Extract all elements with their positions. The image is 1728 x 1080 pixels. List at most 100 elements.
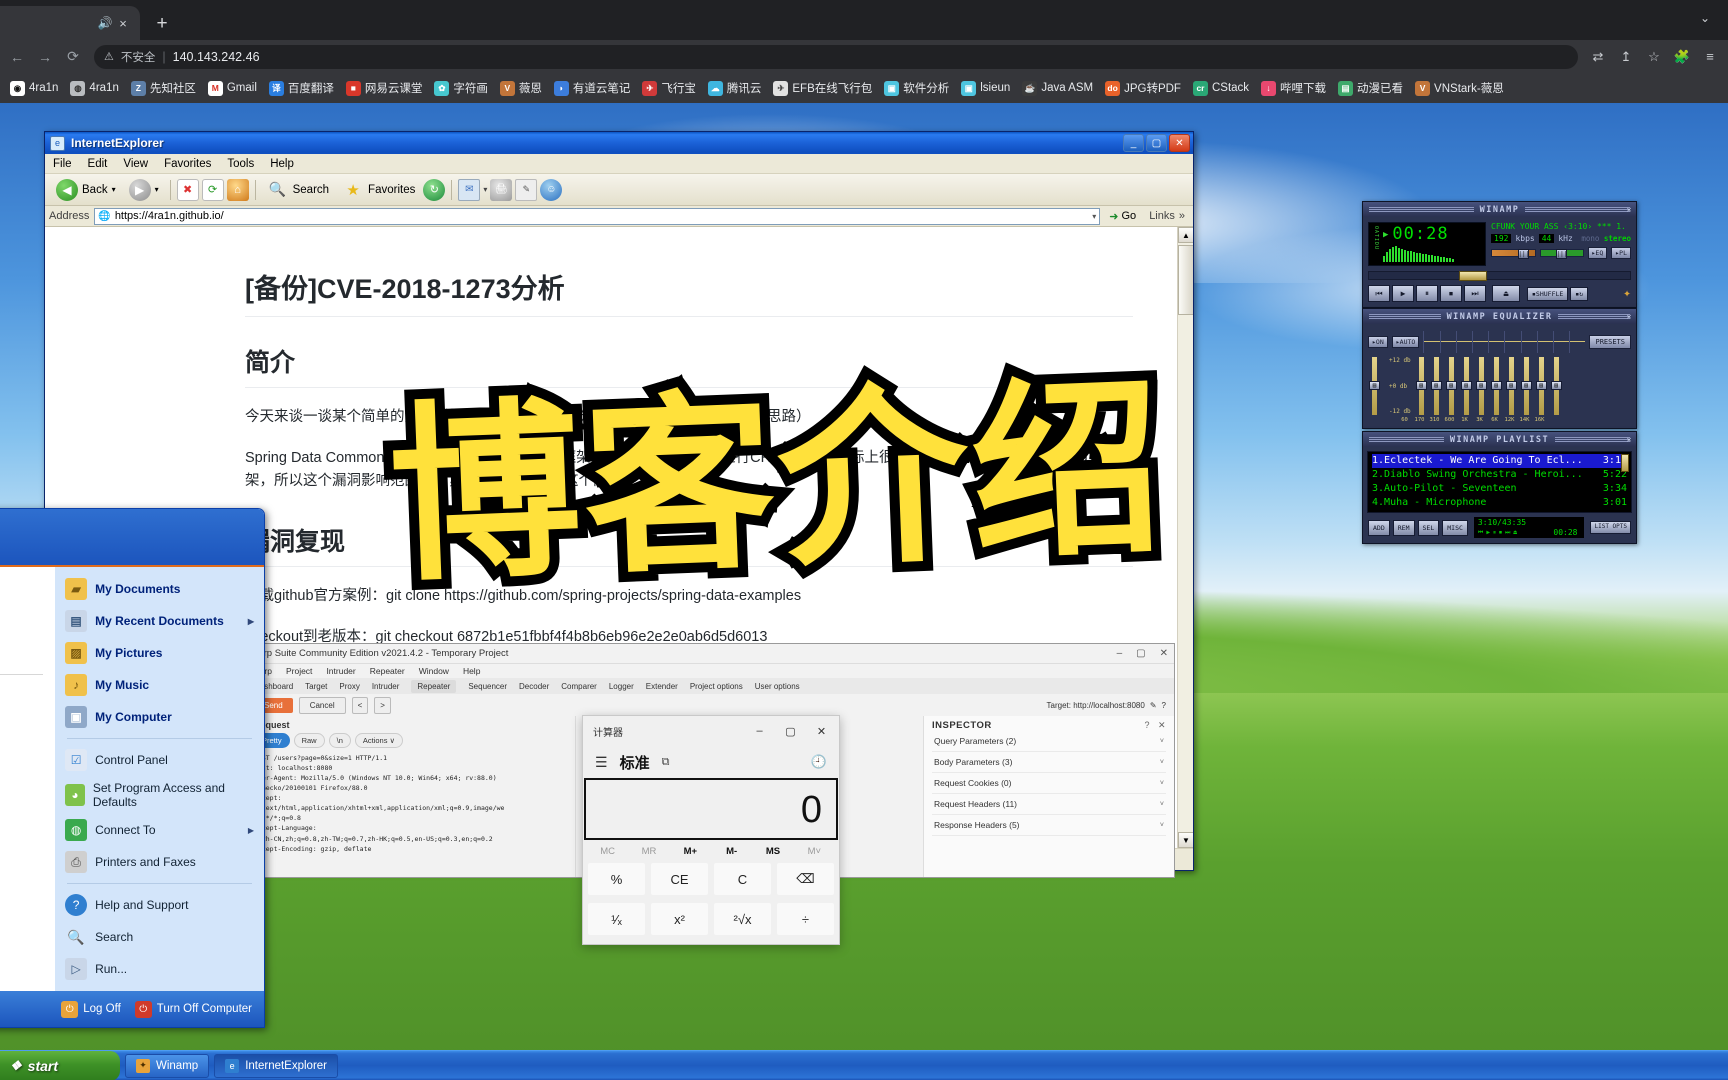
balance-slider[interactable]: ||| xyxy=(1539,249,1584,259)
bookmark-efb[interactable]: ✈ EFB在线飞行包 xyxy=(767,78,878,98)
volume-knob[interactable]: ||| xyxy=(1518,249,1530,259)
edit-icon[interactable]: ✎ xyxy=(515,178,538,201)
ie-titlebar[interactable]: e InternetExplorer _ ▢ ✕ xyxy=(45,132,1193,154)
extensions-puzzle-icon[interactable]: 🧩 xyxy=(1670,45,1694,69)
mini-eject-icon[interactable]: ⏏ xyxy=(1513,529,1517,536)
key-square[interactable]: x² xyxy=(650,902,709,936)
tab-extender[interactable]: Extender xyxy=(646,682,678,691)
eq-band-slider[interactable]: ▤ xyxy=(1505,357,1518,415)
memory-store-button[interactable]: MS xyxy=(752,846,793,857)
start-item-notepad[interactable]: ▤ per xyxy=(0,637,55,669)
bookmark-4ra1n-globe[interactable]: ◍ 4ra1n xyxy=(64,79,124,98)
start-menu-left-column[interactable]: e xplorer ✉ xpress ▤ per ▶ Media Player xyxy=(0,567,56,991)
tab-intruder[interactable]: Intruder xyxy=(372,682,400,691)
winamp-playlist-titlebar[interactable]: WINAMP PLAYLIST ✕ xyxy=(1363,432,1636,447)
edit-icon[interactable]: ✎ xyxy=(1150,701,1157,710)
playlist-remove-button[interactable]: REM xyxy=(1392,519,1415,536)
eq-on-button[interactable]: ▸ON xyxy=(1368,336,1388,348)
eq-band-slider[interactable]: ▤ xyxy=(1550,357,1563,415)
start-button[interactable]: ❖ start xyxy=(0,1050,120,1080)
eq-auto-button[interactable]: ▸AUTO xyxy=(1391,336,1420,348)
taskbar[interactable]: ❖ start ✦ Winamp e InternetExplorer xyxy=(0,1050,1728,1080)
play-button[interactable]: ▶ xyxy=(1392,285,1414,302)
eq-band-slider[interactable]: ▤ xyxy=(1520,357,1533,415)
start-item-my-recent-documents[interactable]: ▤ My Recent Documents ▶ xyxy=(55,605,264,637)
bookmark-xianzhi[interactable]: Z 先知社区 xyxy=(125,78,202,98)
eq-band-slider[interactable]: ▤ xyxy=(1535,357,1548,415)
playlist-misc-button[interactable]: MISC xyxy=(1442,519,1468,536)
winamp-app[interactable]: WINAMP ✕ OATIDU ▶ 00:28 CFUNK YOUR ASS ‹… xyxy=(1362,201,1637,544)
ie-minimize-button[interactable]: _ xyxy=(1123,134,1144,152)
mini-pause-icon[interactable]: ⏸ xyxy=(1493,529,1496,537)
mini-prev-icon[interactable]: ⏮ xyxy=(1478,529,1483,537)
chevron-down-icon[interactable]: ˅ xyxy=(1160,801,1164,808)
key-sqrt[interactable]: ²√x xyxy=(713,902,772,936)
bookmark-netease-class[interactable]: ■ 网易云课堂 xyxy=(340,78,429,98)
next-request-button[interactable]: > xyxy=(374,696,391,714)
key-reciprocal[interactable]: ¹⁄ₓ xyxy=(587,902,646,936)
request-code[interactable]: POST /users?page=0&size=1 HTTP/1.1 Host:… xyxy=(254,753,567,854)
url-text[interactable]: 140.143.242.46 xyxy=(173,50,260,64)
pill-newline[interactable]: \n xyxy=(328,733,351,748)
ie-address-bar[interactable]: Address 🌐 https://4ra1n.github.io/ ▾ ➜ G… xyxy=(45,206,1193,227)
bookmark-4ra1n-github[interactable]: ◉ 4ra1n xyxy=(4,79,64,98)
eq-band-slider[interactable]: ▤ xyxy=(1415,357,1428,415)
calculator-titlebar[interactable]: 计算器 – ▢ ✕ xyxy=(583,716,839,746)
key-clear-entry[interactable]: CE xyxy=(650,862,709,896)
mini-next-icon[interactable]: ⏭ xyxy=(1505,529,1510,537)
start-item-run[interactable]: ▷ Run... xyxy=(55,953,264,985)
burp-titlebar[interactable]: Burp Suite Community Edition v2021.4.2 -… xyxy=(246,644,1174,664)
start-item-my-computer[interactable]: ▣ My Computer xyxy=(55,701,264,733)
ie-menu-edit[interactable]: Edit xyxy=(88,158,108,170)
bookmark-baidu-fanyi[interactable]: 译 百度翻译 xyxy=(263,78,340,98)
eq-preamp-handle[interactable]: ▤ xyxy=(1369,381,1380,390)
start-item-outlook-express[interactable]: ✉ xpress xyxy=(0,605,55,637)
start-menu-right-column[interactable]: ▰ My Documents ▤ My Recent Documents ▶ ▨… xyxy=(55,567,264,991)
ie-toolbar[interactable]: ◀ Back ▾ ▶ ▾ ✖ ⟳ ⌂ 🔍 Search ★ Favorites … xyxy=(45,174,1193,206)
tab-sequencer[interactable]: Sequencer xyxy=(468,682,507,691)
burp-request-panel[interactable]: Request Pretty Raw \n Actions ∨ POST /us… xyxy=(246,716,576,877)
playlist-mini-transport[interactable]: ⏮ ▶ ⏸ ⏹ ⏭ ⏏ 00:28 xyxy=(1478,528,1581,537)
eq-band-slider[interactable]: ▤ xyxy=(1475,357,1488,415)
print-icon[interactable]: 🖨 xyxy=(490,178,513,201)
ie-maximize-button[interactable]: ▢ xyxy=(1146,134,1167,152)
shuffle-button[interactable]: ▪SHUFFLE xyxy=(1527,286,1569,301)
tab-logger[interactable]: Logger xyxy=(609,682,634,691)
scrollbar-thumb[interactable] xyxy=(1178,245,1193,315)
navigation-buttons[interactable]: ← → ⟳ xyxy=(0,44,86,70)
eq-preamp-slider[interactable]: ▤ xyxy=(1368,357,1381,415)
chevron-down-icon[interactable]: ˅ xyxy=(1160,759,1164,766)
eject-button[interactable]: ⏏ xyxy=(1492,285,1520,302)
bookmark-vayne[interactable]: V 薇恩 xyxy=(494,78,548,98)
bookmark-lsieun[interactable]: ▣ lsieun xyxy=(955,79,1016,98)
playlist-item[interactable]: 1. Eclectek - We Are Going To Ecl... 3:1… xyxy=(1372,454,1627,468)
taskbar-item-internet-explorer[interactable]: e InternetExplorer xyxy=(214,1053,339,1078)
winamp-seek-bar[interactable] xyxy=(1368,271,1631,281)
playlist-scrollbar-thumb[interactable] xyxy=(1621,454,1629,472)
previous-track-button[interactable]: ⏮ xyxy=(1368,285,1390,302)
winamp-playlist-controls[interactable]: ADD REM SEL MISC 3:10/43:35 ⏮ ▶ ⏸ ⏹ ⏭ ⏏ … xyxy=(1363,517,1636,543)
ie-menu-tools[interactable]: Tools xyxy=(227,158,254,170)
ie-menubar[interactable]: File Edit View Favorites Tools Help xyxy=(45,154,1193,174)
pause-button[interactable]: ⏸ xyxy=(1416,285,1438,302)
start-menu-footer[interactable]: ⏻ Log Off ⏻ Turn Off Computer xyxy=(0,991,264,1027)
start-item-printers-and-faxes[interactable]: ⎙ Printers and Faxes xyxy=(55,846,264,878)
memory-recall-button[interactable]: MR xyxy=(628,846,669,857)
key-divide[interactable]: ÷ xyxy=(776,902,835,936)
stop-button[interactable]: ⏹ xyxy=(1440,285,1462,302)
winamp-sliders[interactable]: ||| ||| ▸EQ ▸PL xyxy=(1491,247,1631,259)
bookmark-cstack[interactable]: cr CStack xyxy=(1187,79,1255,98)
inspector-row[interactable]: Request Headers (11) ˅ xyxy=(932,794,1166,815)
balance-knob[interactable]: ||| xyxy=(1556,249,1568,259)
playlist-add-button[interactable]: ADD xyxy=(1368,519,1390,536)
tab-user-options[interactable]: User options xyxy=(755,682,800,691)
prev-request-button[interactable]: < xyxy=(351,696,369,714)
bookmark-software-analysis[interactable]: ▣ 软件分析 xyxy=(878,78,955,98)
close-icon[interactable]: ✕ xyxy=(1627,312,1633,321)
bookmark-ascii-art[interactable]: ✿ 字符画 xyxy=(428,78,494,98)
start-item-my-pictures[interactable]: ▨ My Pictures xyxy=(55,637,264,669)
chrome-tabstrip[interactable]: og 🔊 × + ⌄ xyxy=(0,0,1728,40)
bookmark-vnstark[interactable]: V VNStark-薇恩 xyxy=(1409,78,1510,98)
cancel-button[interactable]: Cancel xyxy=(298,696,346,714)
burp-close-button[interactable]: ✕ xyxy=(1160,648,1168,659)
